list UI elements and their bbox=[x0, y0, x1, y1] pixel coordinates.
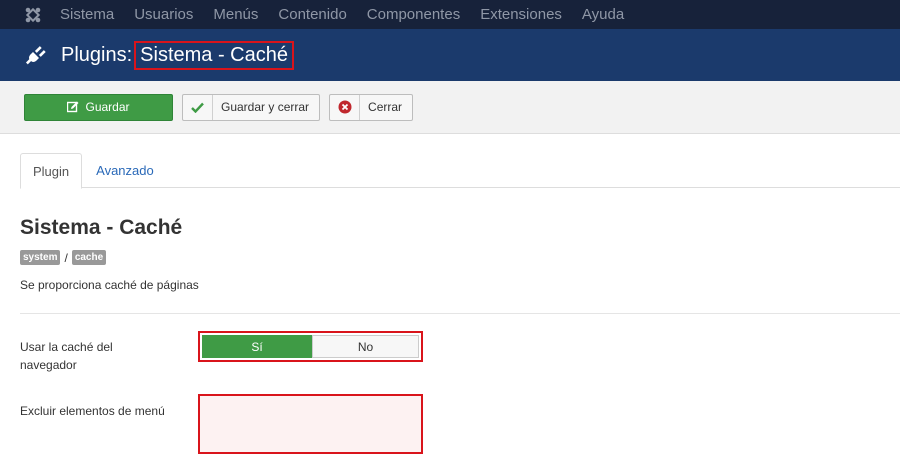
nav-item-extensiones[interactable]: Extensiones bbox=[480, 6, 562, 23]
plugin-description: Se proporciona caché de páginas bbox=[20, 278, 199, 292]
tab-plugin[interactable]: Plugin bbox=[20, 153, 83, 189]
plug-icon bbox=[25, 44, 47, 66]
divider bbox=[20, 313, 900, 314]
nav-item-sistema[interactable]: Sistema bbox=[60, 6, 114, 23]
plugin-heading: Sistema - Caché bbox=[20, 216, 183, 239]
exclude-menu-field[interactable] bbox=[198, 394, 423, 454]
save-button-label: Guardar bbox=[85, 100, 130, 114]
close-circle-icon bbox=[330, 94, 361, 120]
browser-cache-label: Usar la caché del navegador bbox=[20, 340, 113, 372]
page-title-prefix: Plugins: bbox=[61, 43, 133, 66]
browser-cache-no-button[interactable]: No bbox=[312, 335, 419, 358]
save-button[interactable]: Guardar bbox=[24, 93, 173, 121]
badge-separator: / bbox=[64, 250, 68, 265]
save-and-close-button[interactable]: Guardar y cerrar bbox=[182, 93, 321, 121]
plugin-badges: system / cache bbox=[20, 250, 107, 265]
edit-icon bbox=[67, 101, 79, 113]
tab-bar: Plugin Avanzado bbox=[20, 153, 900, 189]
toolbar: Guardar Guardar y cerrar Cerrar bbox=[0, 81, 900, 134]
nav-item-usuarios[interactable]: Usuarios bbox=[134, 6, 193, 23]
browser-cache-toggle: Sí No bbox=[198, 331, 423, 362]
joomla-logo-icon[interactable] bbox=[24, 6, 42, 24]
top-nav: Sistema Usuarios Menús Contenido Compone… bbox=[0, 0, 900, 29]
tab-avanzado[interactable]: Avanzado bbox=[84, 153, 166, 188]
page-title: Sistema - Caché bbox=[134, 40, 294, 70]
browser-cache-yes-button[interactable]: Sí bbox=[202, 335, 312, 358]
close-button[interactable]: Cerrar bbox=[329, 93, 414, 121]
nav-item-menus[interactable]: Menús bbox=[213, 6, 258, 23]
badge-group: system bbox=[20, 250, 61, 265]
save-and-close-label: Guardar y cerrar bbox=[221, 100, 310, 114]
nav-item-ayuda[interactable]: Ayuda bbox=[582, 6, 624, 23]
badge-element: cache bbox=[71, 250, 107, 265]
close-button-label: Cerrar bbox=[368, 100, 403, 114]
nav-item-componentes[interactable]: Componentes bbox=[367, 6, 460, 23]
checkmark-icon bbox=[183, 94, 213, 120]
exclude-menu-label: Excluir elementos de menú bbox=[20, 404, 165, 418]
page-title-bar: Plugins: Sistema - Caché bbox=[0, 29, 900, 81]
nav-item-contenido[interactable]: Contenido bbox=[278, 6, 346, 23]
